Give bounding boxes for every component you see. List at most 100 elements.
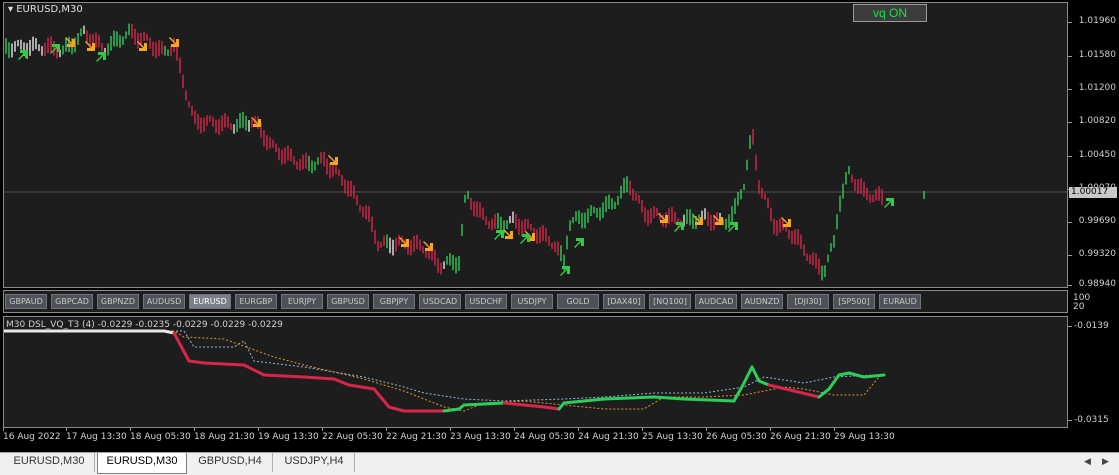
- price-label: 1.01200: [1078, 83, 1116, 93]
- price-tick: [1068, 122, 1072, 123]
- indicator-scale-bottom: -0.0315: [1074, 415, 1109, 425]
- indicator-main-line: [442, 407, 461, 413]
- time-label: 26 Aug 05:30: [706, 432, 767, 442]
- price-tick: [1068, 255, 1072, 256]
- time-label: 24 Aug 05:30: [514, 432, 575, 442]
- symbol-button-gbpjpy[interactable]: GBPJPY: [373, 294, 415, 309]
- price-label: 0.99690: [1078, 216, 1116, 226]
- time-label: 16 Aug 2022: [3, 432, 61, 442]
- scroll-left-icon[interactable]: ◀: [1084, 456, 1091, 467]
- scroll-right-icon[interactable]: ▶: [1102, 456, 1109, 467]
- dropdown-triangle-icon[interactable]: ▾: [8, 4, 13, 15]
- scale-label-bottom: 20: [1073, 302, 1085, 312]
- indicator-level-line: [4, 330, 880, 412]
- symbol-button-gbpnzd[interactable]: GBPNZD: [97, 294, 139, 309]
- symbol-button-eurgbp[interactable]: EURGBP: [235, 294, 277, 309]
- price-scale[interactable]: 1.01960 1.01580 1.01200 1.00820 1.00450 1.000…: [1068, 2, 1119, 289]
- buy-arrow-icon: [494, 230, 504, 240]
- indicator-main-line: [652, 395, 686, 401]
- indicator-main-line: [502, 401, 526, 407]
- indicator-scale-top: -0.0139: [1074, 321, 1109, 331]
- time-label: 18 Aug 21:30: [194, 432, 255, 442]
- chart-tab-1[interactable]: EURUSD,M30: [97, 453, 187, 474]
- price-label: 1.01580: [1078, 50, 1116, 60]
- price-label: 1.01960: [1078, 16, 1116, 26]
- time-label: 22 Aug 21:30: [386, 432, 447, 442]
- indicator-signal-line: [4, 330, 875, 402]
- indicator-main-line: [347, 383, 376, 391]
- indicator-main-line: [542, 405, 561, 411]
- indicator-main-line: [732, 381, 746, 403]
- symbol-button-gbpaud[interactable]: GBPAUD: [5, 294, 47, 309]
- indicator-canvas: [4, 329, 886, 413]
- indicator-main-line: [262, 373, 306, 379]
- indicator-panel[interactable]: [3, 316, 1068, 428]
- price-tick: [1068, 22, 1072, 23]
- indicator-main-line: [750, 365, 761, 383]
- price-tick: [1068, 56, 1072, 57]
- time-tick: [322, 428, 323, 431]
- price-label: 1.00820: [1078, 116, 1116, 126]
- symbol-button-usdcad[interactable]: USDCAD: [419, 294, 461, 309]
- symbol-button-sp500[interactable]: [SP500]: [833, 294, 875, 309]
- time-label: 23 Aug 13:30: [450, 432, 511, 442]
- symbol-button-dji30[interactable]: [DJI30]: [787, 294, 829, 309]
- sell-arrow-icon: [503, 229, 513, 239]
- price-label: 0.98940: [1078, 279, 1116, 289]
- price-tick: [1068, 285, 1072, 286]
- buy-arrow-icon: [574, 238, 584, 248]
- symbol-button-nq100[interactable]: [NQ100]: [649, 294, 691, 309]
- indicator-main-line: [682, 397, 736, 403]
- current-price-label: 1.00017: [1069, 187, 1117, 198]
- symbol-button-euraud[interactable]: EURAUD: [879, 294, 921, 309]
- symbol-button-gbpcad[interactable]: GBPCAD: [51, 294, 93, 309]
- price-tick: [1068, 156, 1072, 157]
- indicator-main-line: [862, 373, 886, 379]
- indicator-main-line: [332, 377, 351, 387]
- chart-tab-2[interactable]: GBPUSD,H4: [188, 453, 273, 472]
- time-tick: [642, 428, 643, 431]
- time-tick: [834, 428, 835, 431]
- time-tick: [770, 428, 771, 431]
- indicator-main-line: [837, 371, 851, 377]
- symbol-button-gold[interactable]: GOLD: [557, 294, 599, 309]
- symbol-button-eurusd[interactable]: EURUSD: [189, 294, 231, 309]
- price-chart-panel[interactable]: [3, 2, 1068, 288]
- time-tick: [450, 428, 451, 431]
- indicator-main-line: [187, 359, 206, 365]
- time-tick: [130, 428, 131, 431]
- indicator-main-line: [202, 361, 246, 367]
- price-chart-canvas: [4, 23, 1067, 281]
- time-tick: [194, 428, 195, 431]
- time-label: 26 Aug 21:30: [770, 432, 831, 442]
- indicator-scale: -0.0139 -0.0315: [1068, 316, 1119, 428]
- time-label: 22 Aug 05:30: [322, 432, 383, 442]
- symbol-button-eurjpy[interactable]: EURJPY: [281, 294, 323, 309]
- indicator-main-line: [562, 397, 606, 405]
- indicator-main-line: [302, 375, 336, 381]
- chart-tab-3[interactable]: USDJPY,H4: [274, 453, 355, 472]
- symbol-button-audcad[interactable]: AUDCAD: [695, 294, 737, 309]
- symbol-title[interactable]: ▾ EURUSD,M30: [8, 4, 83, 15]
- indicator-main-line: [847, 371, 866, 379]
- time-tick: [258, 428, 259, 431]
- symbol-button-dax40[interactable]: [DAX40]: [603, 294, 645, 309]
- indicator-main-line: [817, 387, 831, 399]
- symbol-button-panel: GBPAUD GBPCAD GBPNZD AUDUSD EURUSD EURGBP EURJ…: [3, 290, 1068, 313]
- symbol-button-usdchf[interactable]: USDCHF: [465, 294, 507, 309]
- chart-tab-0[interactable]: EURUSD,M30: [4, 453, 95, 472]
- buy-arrow-icon: [884, 198, 894, 208]
- time-label: 17 Aug 13:30: [66, 432, 127, 442]
- time-tick: [386, 428, 387, 431]
- symbol-button-gbpusd[interactable]: GBPUSD: [327, 294, 369, 309]
- symbol-button-audusd[interactable]: AUDUSD: [143, 294, 185, 309]
- symbol-button-audnzd[interactable]: AUDNZD: [741, 294, 783, 309]
- symbol-button-usdjpy[interactable]: USDJPY: [511, 294, 553, 309]
- sell-arrow-icon: [423, 241, 433, 251]
- indicator-scale-tick: [1068, 420, 1072, 421]
- indicator-main-line: [602, 395, 656, 401]
- price-tick: [1068, 222, 1072, 223]
- vq-toggle-button[interactable]: vq ON: [853, 4, 927, 22]
- indicator-main-line: [757, 379, 771, 387]
- indicator-scale-tick: [1068, 326, 1072, 327]
